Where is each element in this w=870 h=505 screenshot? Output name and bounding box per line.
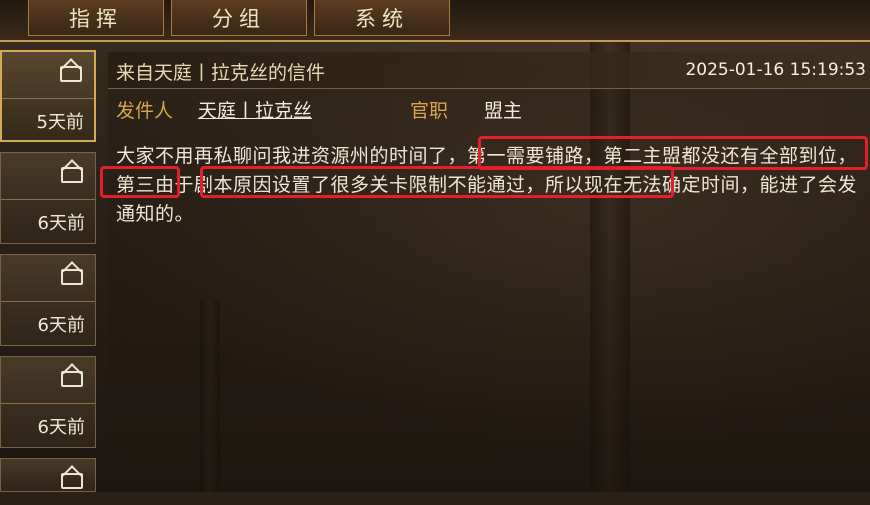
annotation-highlight-box xyxy=(478,136,868,170)
tab-group[interactable]: 分组 xyxy=(171,0,307,36)
mail-list-item[interactable] xyxy=(0,458,96,492)
envelope-icon xyxy=(61,473,83,489)
annotation-highlight-box xyxy=(100,166,180,198)
top-tab-bar: 指挥 分组 系统 xyxy=(0,0,870,42)
tab-command[interactable]: 指挥 xyxy=(28,0,164,36)
annotation-highlight-box xyxy=(200,166,674,198)
mail-detail-panel: 来自天庭丨拉克丝的信件 2025-01-16 15:19:53 发件人 天庭丨拉… xyxy=(108,52,870,492)
envelope-icon xyxy=(61,167,83,183)
mail-list-item[interactable]: 5天前 xyxy=(0,50,96,142)
mail-age: 5天前 xyxy=(36,112,84,133)
mail-age: 6天前 xyxy=(37,315,85,336)
rank-label: 官职 xyxy=(410,100,449,122)
envelope-icon xyxy=(60,66,82,82)
mail-age: 6天前 xyxy=(37,417,85,438)
sender-label: 发件人 xyxy=(116,100,174,122)
mail-subject: 来自天庭丨拉克丝的信件 xyxy=(116,62,326,84)
mail-date: 2025-01-16 15:19:53 xyxy=(685,60,866,80)
sender-name-link[interactable]: 天庭丨拉克丝 xyxy=(198,96,312,123)
envelope-icon xyxy=(61,371,83,387)
mail-list-item[interactable]: 6天前 xyxy=(0,254,96,346)
mail-age: 6天前 xyxy=(37,213,85,234)
rank-value: 盟主 xyxy=(484,100,523,122)
mail-list: 5天前 6天前 6天前 6天前 xyxy=(0,50,97,492)
tab-system[interactable]: 系统 xyxy=(314,0,450,36)
mail-list-item[interactable]: 6天前 xyxy=(0,152,96,244)
envelope-icon xyxy=(61,269,83,285)
mail-list-item[interactable]: 6天前 xyxy=(0,356,96,448)
mail-header: 来自天庭丨拉克丝的信件 2025-01-16 15:19:53 xyxy=(108,52,870,89)
